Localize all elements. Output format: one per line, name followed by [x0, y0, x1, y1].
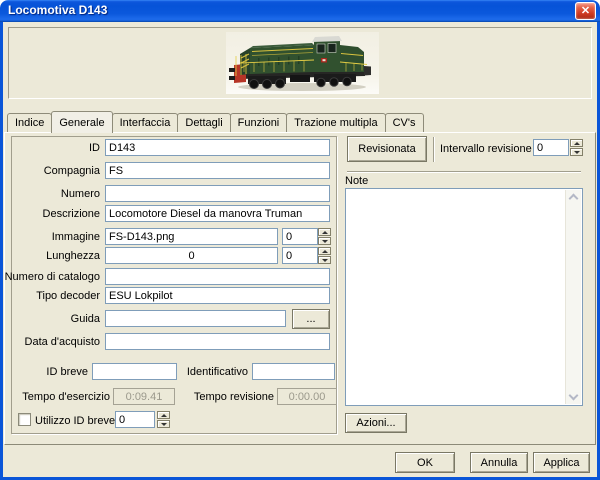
tab-interfaccia[interactable]: Interfaccia [112, 113, 179, 132]
note-textarea[interactable] [345, 188, 583, 406]
tab-indice[interactable]: Indice [7, 113, 52, 132]
titlebar[interactable]: Locomotiva D143 ✕ [0, 0, 600, 22]
annulla-button[interactable]: Annulla [470, 452, 528, 473]
tempo-esercizio-label: Tempo d'esercizio [3, 391, 110, 403]
id-input[interactable] [105, 139, 330, 156]
identificativo-label: Identificativo [170, 366, 248, 378]
compagnia-input[interactable] [105, 162, 330, 179]
numero-catalogo-label: Numero di catalogo [3, 271, 100, 283]
utilizzo-id-breve-label: Utilizzo ID breve [35, 415, 115, 427]
window-border-left [0, 22, 3, 480]
spin-down-icon[interactable] [318, 256, 331, 264]
immagine-spinner [318, 228, 331, 245]
numero-catalogo-input[interactable] [105, 268, 330, 285]
ok-button[interactable]: OK [395, 452, 455, 473]
intervallo-revisione-input[interactable] [533, 139, 569, 156]
revision-divider [433, 137, 434, 162]
scroll-up-icon[interactable] [569, 194, 579, 204]
tempo-revisione-value [277, 388, 337, 405]
intervallo-revisione-spinner [570, 139, 583, 156]
tab-cvs[interactable]: CV's [385, 113, 424, 132]
applica-button[interactable]: Applica [533, 452, 590, 473]
id-breve-label: ID breve [3, 366, 88, 378]
tab-dettagli[interactable]: Dettagli [177, 113, 230, 132]
tab-funzioni[interactable]: Funzioni [230, 113, 288, 132]
photo-panel [8, 27, 592, 99]
immagine-input[interactable] [105, 228, 278, 245]
spin-up-icon[interactable] [318, 228, 331, 236]
utilizzo-id-breve-input[interactable] [115, 411, 155, 428]
utilizzo-id-breve-checkbox[interactable] [18, 413, 31, 426]
tempo-esercizio-value [113, 388, 175, 405]
compagnia-label: Compagnia [3, 165, 100, 177]
descrizione-input[interactable] [105, 205, 330, 222]
utilizzo-id-breve-spinner [157, 411, 170, 428]
tempo-revisione-label: Tempo revisione [180, 391, 274, 403]
tipo-decoder-input[interactable] [105, 287, 330, 304]
tab-generale[interactable]: Generale [51, 111, 112, 133]
data-acquisto-input[interactable] [105, 333, 330, 350]
azioni-button[interactable]: Azioni... [345, 413, 407, 433]
guida-input[interactable] [105, 310, 286, 327]
spin-down-icon[interactable] [570, 148, 583, 156]
lunghezza-spinner [318, 247, 331, 264]
spin-up-icon[interactable] [318, 247, 331, 255]
locomotive-photo [226, 32, 379, 94]
identificativo-input[interactable] [252, 363, 335, 380]
spin-up-icon[interactable] [570, 139, 583, 147]
window-title: Locomotiva D143 [8, 3, 107, 17]
guida-label: Guida [3, 313, 100, 325]
tab-trazione-multipla[interactable]: Trazione multipla [286, 113, 385, 132]
spin-down-icon[interactable] [318, 237, 331, 245]
note-scrollbar[interactable] [565, 190, 581, 404]
lunghezza-input[interactable] [105, 247, 278, 264]
revisionata-button[interactable]: Revisionata [347, 136, 427, 162]
id-breve-input[interactable] [92, 363, 177, 380]
numero-label: Numero [3, 188, 100, 200]
lunghezza-label: Lunghezza [3, 250, 100, 262]
note-label: Note [345, 175, 405, 187]
tab-bar: Indice Generale Interfaccia Dettagli Fun… [7, 111, 424, 133]
data-acquisto-label: Data d'acquisto [3, 336, 100, 348]
scroll-down-icon[interactable] [569, 391, 579, 401]
descrizione-label: Descrizione [3, 208, 100, 220]
spin-down-icon[interactable] [157, 420, 170, 428]
note-separator [347, 171, 581, 172]
dialog-window: Locomotiva D143 ✕ [0, 0, 600, 480]
guida-browse-button[interactable]: ... [292, 309, 330, 329]
numero-input[interactable] [105, 185, 330, 202]
spin-up-icon[interactable] [157, 411, 170, 419]
immagine-index-input[interactable] [282, 228, 318, 245]
tipo-decoder-label: Tipo decoder [3, 290, 100, 302]
close-icon[interactable]: ✕ [575, 2, 596, 20]
intervallo-revisione-label: Intervallo revisione [440, 143, 532, 155]
id-label: ID [3, 142, 100, 154]
lunghezza-index-input[interactable] [282, 247, 318, 264]
immagine-label: Immagine [3, 231, 100, 243]
